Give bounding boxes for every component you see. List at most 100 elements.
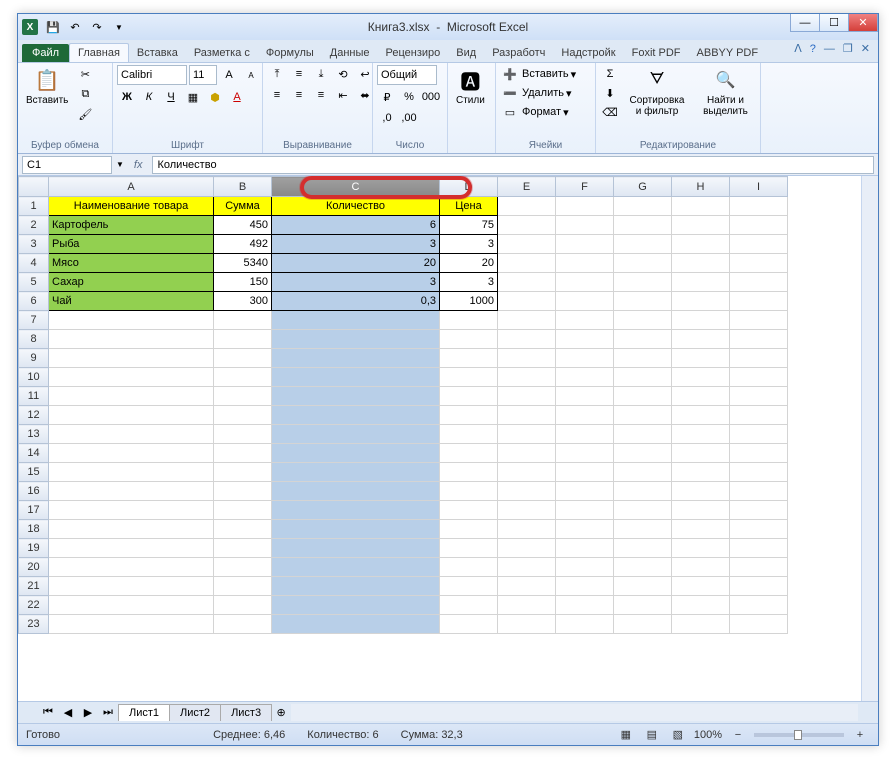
cell-B15[interactable] (214, 463, 272, 482)
cell-D12[interactable] (440, 406, 498, 425)
cell-G22[interactable] (614, 596, 672, 615)
orientation-icon[interactable]: ⟲ (333, 65, 353, 83)
cell-D3[interactable]: 3 (440, 235, 498, 254)
cell-A22[interactable] (49, 596, 214, 615)
cell-G8[interactable] (614, 330, 672, 349)
cell-I21[interactable] (730, 577, 788, 596)
cell-E16[interactable] (498, 482, 556, 501)
bold-icon[interactable]: Ж (117, 88, 137, 106)
cell-A1[interactable]: Наименование товара (49, 197, 214, 216)
cell-I10[interactable] (730, 368, 788, 387)
cell-G1[interactable] (614, 197, 672, 216)
merge-icon[interactable]: ⬌ (355, 86, 375, 104)
cell-F19[interactable] (556, 539, 614, 558)
cut-icon[interactable]: ✂ (75, 65, 95, 83)
comma-icon[interactable]: 000 (421, 88, 441, 106)
cell-B21[interactable] (214, 577, 272, 596)
cell-G7[interactable] (614, 311, 672, 330)
row-header-9[interactable]: 9 (19, 349, 49, 368)
cell-B12[interactable] (214, 406, 272, 425)
zoom-slider[interactable] (754, 733, 844, 737)
cell-G14[interactable] (614, 444, 672, 463)
cell-C13[interactable] (272, 425, 440, 444)
tab-nav-first-icon[interactable]: ⏮ (38, 704, 58, 722)
cell-B1[interactable]: Сумма (214, 197, 272, 216)
cell-A17[interactable] (49, 501, 214, 520)
cell-D23[interactable] (440, 615, 498, 634)
cell-E6[interactable] (498, 292, 556, 311)
cell-F6[interactable] (556, 292, 614, 311)
cell-C19[interactable] (272, 539, 440, 558)
decrease-decimal-icon[interactable]: ,00 (399, 109, 419, 127)
cell-G15[interactable] (614, 463, 672, 482)
cell-D16[interactable] (440, 482, 498, 501)
cell-E11[interactable] (498, 387, 556, 406)
cell-E17[interactable] (498, 501, 556, 520)
cell-H18[interactable] (672, 520, 730, 539)
cell-H22[interactable] (672, 596, 730, 615)
cell-I19[interactable] (730, 539, 788, 558)
cell-H5[interactable] (672, 273, 730, 292)
border-icon[interactable]: ▦ (183, 88, 203, 106)
col-header-D[interactable]: D (440, 177, 498, 197)
cell-I23[interactable] (730, 615, 788, 634)
font-size-combo[interactable]: 11 (189, 65, 217, 85)
cell-A7[interactable] (49, 311, 214, 330)
cell-C7[interactable] (272, 311, 440, 330)
col-header-G[interactable]: G (614, 177, 672, 197)
cell-H6[interactable] (672, 292, 730, 311)
cell-B14[interactable] (214, 444, 272, 463)
cell-C8[interactable] (272, 330, 440, 349)
cell-D5[interactable]: 3 (440, 273, 498, 292)
cell-F8[interactable] (556, 330, 614, 349)
cell-F2[interactable] (556, 216, 614, 235)
cell-I20[interactable] (730, 558, 788, 577)
cell-C23[interactable] (272, 615, 440, 634)
align-bottom-icon[interactable]: ⤓ (311, 65, 331, 83)
align-middle-icon[interactable]: ≡ (289, 65, 309, 83)
cell-E7[interactable] (498, 311, 556, 330)
sheet-tab-2[interactable]: Лист2 (169, 704, 221, 721)
cell-I1[interactable] (730, 197, 788, 216)
cell-A21[interactable] (49, 577, 214, 596)
cell-E9[interactable] (498, 349, 556, 368)
cell-A19[interactable] (49, 539, 214, 558)
doc-minimize-icon[interactable]: — (824, 43, 835, 55)
cell-A9[interactable] (49, 349, 214, 368)
tab-foxit[interactable]: Foxit PDF (624, 44, 689, 62)
cell-D19[interactable] (440, 539, 498, 558)
cell-B10[interactable] (214, 368, 272, 387)
tab-nav-last-icon[interactable]: ⏭ (98, 704, 118, 722)
cell-F13[interactable] (556, 425, 614, 444)
cell-E4[interactable] (498, 254, 556, 273)
cell-E5[interactable] (498, 273, 556, 292)
cell-D15[interactable] (440, 463, 498, 482)
tab-home[interactable]: Главная (69, 43, 129, 62)
cell-B8[interactable] (214, 330, 272, 349)
row-header-21[interactable]: 21 (19, 577, 49, 596)
col-header-E[interactable]: E (498, 177, 556, 197)
cell-E18[interactable] (498, 520, 556, 539)
cell-C17[interactable] (272, 501, 440, 520)
doc-close-icon[interactable]: ✕ (861, 42, 870, 55)
cell-D8[interactable] (440, 330, 498, 349)
cell-F16[interactable] (556, 482, 614, 501)
cell-I14[interactable] (730, 444, 788, 463)
cell-F15[interactable] (556, 463, 614, 482)
cell-C9[interactable] (272, 349, 440, 368)
cell-D1[interactable]: Цена (440, 197, 498, 216)
align-right-icon[interactable]: ≡ (311, 86, 331, 104)
cell-G5[interactable] (614, 273, 672, 292)
help-icon[interactable]: ? (810, 43, 816, 55)
cell-H7[interactable] (672, 311, 730, 330)
cell-B7[interactable] (214, 311, 272, 330)
cell-I12[interactable] (730, 406, 788, 425)
view-pagebreak-icon[interactable]: ▧ (668, 726, 688, 744)
file-tab[interactable]: Файл (22, 44, 69, 62)
row-header-6[interactable]: 6 (19, 292, 49, 311)
cell-E12[interactable] (498, 406, 556, 425)
cell-C4[interactable]: 20 (272, 254, 440, 273)
cell-F7[interactable] (556, 311, 614, 330)
row-header-18[interactable]: 18 (19, 520, 49, 539)
cell-A3[interactable]: Рыба (49, 235, 214, 254)
